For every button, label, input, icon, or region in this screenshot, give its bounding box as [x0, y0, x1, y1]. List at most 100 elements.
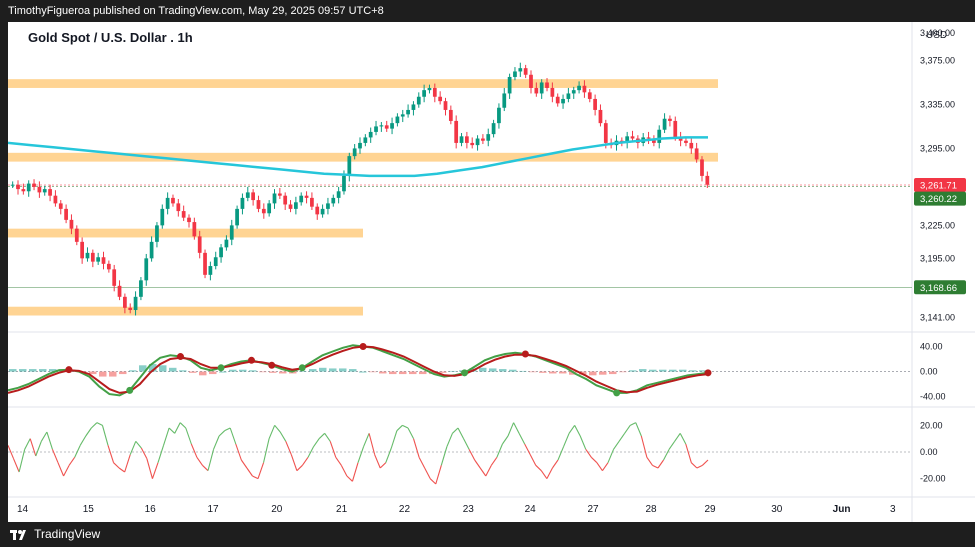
footer-brand: TradingView	[34, 527, 101, 541]
candle-body-48	[267, 203, 272, 214]
oscillator-2-segment-91	[507, 422, 515, 437]
candle-body-19	[112, 269, 117, 286]
candle-body-78	[427, 87, 432, 91]
oscillator-2-segment-51	[285, 441, 292, 455]
candle-body-70	[384, 125, 389, 129]
oscillator-2-segment-68	[379, 462, 387, 469]
time-tick-8: 24	[525, 504, 537, 515]
price-tick-4: 3,225.00	[920, 220, 955, 230]
oscillator-2-segment-92	[513, 422, 520, 434]
histogram-bar-49	[499, 369, 507, 372]
candle-body-39	[219, 247, 223, 258]
oscillator-2-segment-34	[190, 443, 198, 458]
chart-svg[interactable]: USD 3,400.003,375.003,335.003,295.003,22…	[7, 22, 975, 522]
cross-marker-1	[126, 386, 134, 394]
oscillator-2-segment-105	[585, 449, 592, 458]
oscillator-1-tick-1: 0.00	[920, 367, 938, 377]
candle-body-8	[53, 195, 58, 204]
histogram-bar-3	[39, 369, 47, 372]
candle-body-26	[149, 241, 154, 259]
candle-body-82	[448, 109, 453, 121]
oscillator-2-segment-72	[402, 424, 409, 429]
candle-body-64	[352, 148, 357, 157]
histogram-bar-39	[399, 371, 407, 375]
oscillator-2-segment-65	[363, 433, 370, 447]
candle-body-68	[374, 126, 378, 132]
histogram-bar-61	[619, 371, 627, 373]
chart-area[interactable]: USD 3,400.00 3,375.00 3,335.00 3,295.00 3,22…	[7, 22, 975, 522]
price-tick-2: 3,335.00	[920, 99, 955, 109]
candle-body-3	[26, 183, 31, 192]
candle-body-72	[395, 116, 400, 124]
histogram-bar-55	[559, 371, 567, 374]
histogram-bar-18	[189, 371, 197, 373]
oscillator-2-segment-60	[335, 457, 342, 466]
oscillator-2-segment-26	[146, 458, 153, 479]
candle-body-4	[32, 183, 36, 187]
histogram-bar-15	[159, 365, 167, 372]
time-tick-13: Jun	[833, 504, 851, 515]
candle-body-0	[10, 184, 15, 186]
oscillator-2-segment-39	[218, 430, 226, 437]
candle-body-89	[486, 134, 491, 141]
oscillator-2-segment-100	[557, 446, 565, 461]
histogram-bar-11	[119, 371, 127, 375]
oscillator-2-segment-9	[51, 449, 59, 463]
histogram-bar-43	[439, 371, 447, 373]
candle-body-6	[42, 189, 47, 193]
histogram-bar-16	[169, 367, 177, 372]
oscillator-2-segment-118	[657, 459, 665, 469]
time-axis-ticks: 14 15 16 17 20 21 22 23 24 27 28 29 30 Jun 3	[17, 504, 896, 515]
oscillator-2-segment-44	[246, 467, 253, 477]
candle-body-57	[315, 206, 320, 215]
candle-body-87	[475, 138, 480, 146]
candle-body-97	[529, 74, 533, 88]
histogram-bar-38	[389, 371, 397, 375]
oscillator-2-segment-117	[652, 464, 659, 469]
candle-body-1	[16, 184, 20, 190]
price-tick-1: 3,375.00	[920, 55, 955, 65]
cross-marker-6	[298, 364, 306, 372]
time-tick-9: 27	[587, 504, 599, 515]
histogram-bar-41	[419, 371, 427, 375]
cross-marker-5	[268, 361, 276, 369]
left-frame	[0, 22, 8, 522]
oscillator-2-segment-90	[501, 435, 509, 445]
oscillator-2-segment-103	[574, 425, 581, 437]
candle-body-2	[21, 189, 26, 192]
cross-marker-10	[613, 389, 621, 397]
candle-body-20	[117, 285, 122, 297]
price-tick-3: 3,295.00	[920, 143, 955, 153]
candle-body-24	[139, 280, 143, 297]
cross-marker-8	[461, 369, 469, 377]
oscillator-2-segment-69	[385, 447, 392, 463]
histogram-bar-2	[29, 369, 37, 372]
oscillator-2-segment-83	[463, 438, 470, 450]
histogram-bar-36	[369, 371, 377, 373]
oscillator-2-segment-7	[40, 431, 48, 442]
oscillator-2-segment-19	[107, 445, 115, 463]
oscillator-2-segment-35	[196, 457, 203, 466]
time-tick-10: 28	[645, 504, 657, 515]
oscillator-2-segment-77	[429, 478, 437, 485]
oscillator-2-segment-110	[613, 441, 620, 450]
candle-body-123	[668, 118, 672, 121]
histogram-bar-9	[99, 371, 107, 377]
time-tick-3: 17	[207, 504, 219, 515]
candle-body-61	[336, 191, 341, 198]
cross-marker-0	[65, 366, 73, 374]
oscillator-2-segment-62	[346, 475, 353, 482]
candle-body-41	[229, 225, 234, 240]
histogram-bar-32	[329, 368, 337, 372]
candle-body-62	[342, 175, 346, 192]
histogram-bar-1	[19, 369, 27, 372]
oscillator-2-segment-16	[90, 422, 98, 429]
oscillator-2-segment-97	[540, 470, 548, 479]
oscillator-2-segment-126	[702, 459, 709, 466]
candle-body-29	[165, 197, 170, 209]
histogram-bar-25	[259, 371, 267, 373]
histogram-bar-48	[489, 368, 497, 372]
histogram-bar-60	[609, 371, 617, 375]
oscillator-2-segment-99	[551, 459, 559, 469]
histogram-bar-17	[179, 370, 187, 372]
